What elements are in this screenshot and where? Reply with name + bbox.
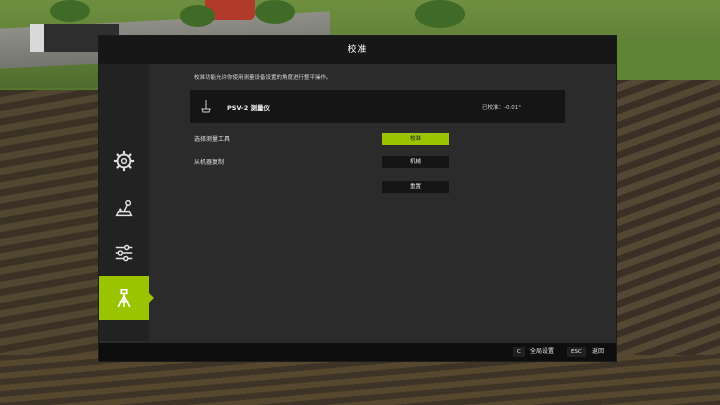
survey-tripod-icon (117, 288, 131, 308)
tree (180, 5, 215, 27)
back-key[interactable]: ESC (567, 347, 586, 357)
sidebar-item-controls[interactable] (99, 186, 149, 230)
tree (415, 0, 465, 28)
joystick-icon (115, 199, 133, 217)
sidebar (99, 64, 154, 341)
calibration-status: 已校准：-0.01° (482, 105, 521, 111)
dialog-title: 校准 (99, 36, 616, 64)
tree (50, 0, 90, 22)
back-label[interactable]: 返回 (592, 347, 604, 357)
machine-button[interactable]: 机械 (382, 156, 449, 168)
calibration-description: 校准功能允许你使用测量设备设置的角度进行整平操作。 (194, 75, 332, 81)
sliders-icon (115, 244, 133, 262)
reset-button[interactable]: 重置 (382, 181, 449, 193)
footer-bar: C 全局设置 ESC 返回 (99, 343, 616, 361)
global-settings-key[interactable]: C (513, 347, 525, 357)
survey-tripod-icon (201, 100, 211, 113)
calibration-dialog: 校准 校准功能允许你使用测量设备设置的角度进行整平操作。 PSV-2 测量仪 已… (99, 36, 616, 361)
content-panel: 校准功能允许你使用测量设备设置的角度进行整平操作。 PSV-2 测量仪 已校准：… (163, 64, 615, 341)
row-label-select-tool: 选择测量工具 (194, 136, 231, 143)
calibrate-button[interactable]: 校准 (382, 133, 449, 145)
plowed-field (0, 355, 720, 405)
selected-tool-bar: PSV-2 测量仪 已校准：-0.01° (190, 90, 565, 123)
global-settings-label[interactable]: 全局设置 (530, 347, 554, 357)
tree (255, 0, 295, 24)
row-label-copy-from-machine: 从机器复制 (194, 159, 225, 166)
tool-name: PSV-2 测量仪 (227, 104, 270, 112)
sidebar-item-adjustments[interactable] (99, 231, 149, 275)
sidebar-item-settings[interactable] (99, 139, 149, 183)
gear-icon (113, 150, 135, 172)
sidebar-item-calibration[interactable] (99, 276, 154, 320)
